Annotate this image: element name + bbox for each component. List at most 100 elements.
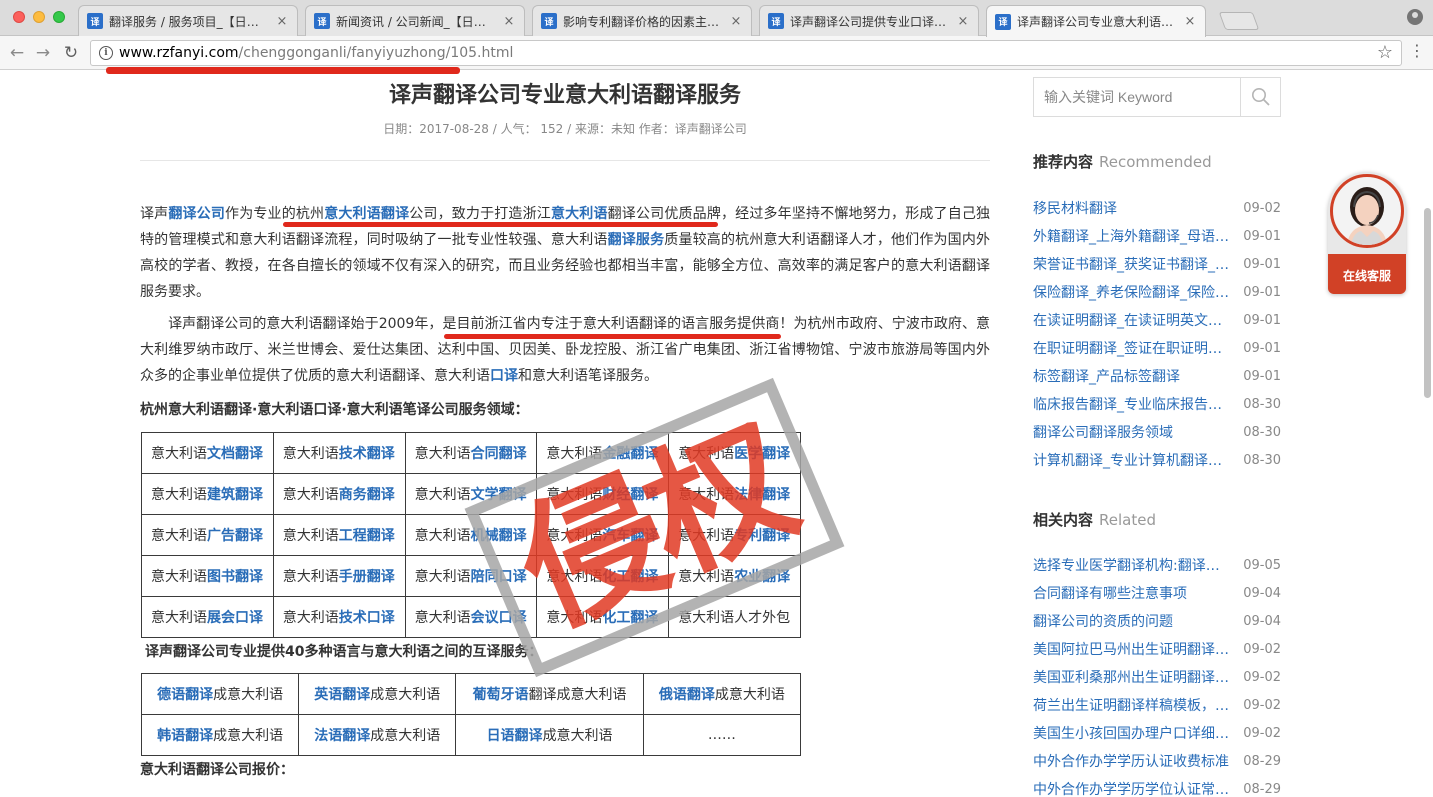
table-cell: …… xyxy=(642,714,802,756)
cell-prefix: 意大利语人才外包 xyxy=(678,610,791,626)
inline-link[interactable]: 意大利语 xyxy=(551,206,608,222)
cell-prefix: 意大利语 xyxy=(414,446,471,462)
inline-link[interactable]: 意大利语翻译 xyxy=(324,206,409,222)
article-link[interactable]: 移民材料翻译 xyxy=(1033,198,1229,218)
article-link[interactable]: 翻译公司的资质的问题 xyxy=(1033,611,1229,631)
article-link[interactable]: 保险翻译_养老保险翻译_保险单翻译 xyxy=(1033,282,1229,302)
site-info-icon[interactable]: i xyxy=(99,46,113,60)
article-link[interactable]: 临床报告翻译_专业临床报告翻译 xyxy=(1033,394,1229,414)
language-heading: 译声翻译公司专业提供40多种语言与意大利语之间的互译服务： xyxy=(145,644,543,660)
tab-close-icon[interactable]: × xyxy=(729,14,743,29)
list-date: 09-01 xyxy=(1243,368,1281,384)
browser-tab-active[interactable]: 译 译声翻译公司专业意大利语翻译 × xyxy=(986,5,1206,37)
new-tab-button[interactable] xyxy=(1218,12,1260,30)
service-link[interactable]: 工程翻译 xyxy=(339,528,395,544)
article-link[interactable]: 美国生小孩回国办理户口详细流程 xyxy=(1033,723,1229,743)
language-link[interactable]: 英语翻译 xyxy=(314,687,370,703)
back-arrow-icon[interactable]: ← xyxy=(6,42,28,64)
annotation-underline xyxy=(106,67,460,74)
recommended-list: 移民材料翻译 09-02 外籍翻译_上海外籍翻译_母语翻译 09-01 荣誉证书翻译_获… xyxy=(1033,194,1281,474)
cell-suffix: 成意大利语 xyxy=(714,687,785,703)
tab-title: 译声翻译公司提供专业口译翻译 xyxy=(790,14,950,29)
language-link[interactable]: 俄语翻译 xyxy=(659,687,715,703)
close-window-button[interactable] xyxy=(13,11,25,23)
profile-icon[interactable] xyxy=(1407,9,1423,25)
article-link[interactable]: 外籍翻译_上海外籍翻译_母语翻译 xyxy=(1033,226,1229,246)
service-link[interactable]: 技术翻译 xyxy=(339,446,395,462)
article-link[interactable]: 在职证明翻译_签证在职证明翻译 xyxy=(1033,338,1229,358)
service-link[interactable]: 图书翻译 xyxy=(207,569,263,585)
language-link[interactable]: 日语翻译 xyxy=(487,728,543,744)
list-date: 08-30 xyxy=(1243,396,1281,412)
language-link[interactable]: 韩语翻译 xyxy=(157,728,213,744)
bookmark-star-icon[interactable]: ☆ xyxy=(1377,42,1393,63)
online-service-widget[interactable]: 在线客服 xyxy=(1328,172,1406,294)
list-item: 荣誉证书翻译_获奖证书翻译_证书翻译 09-01 xyxy=(1033,250,1281,278)
table-row: 韩语翻译成意大利语 法语翻译成意大利语 日语翻译 成意大利语 …… xyxy=(140,714,802,756)
tab-close-icon[interactable]: × xyxy=(1183,14,1197,29)
zoom-window-button[interactable] xyxy=(53,11,65,23)
url-text[interactable]: www.rzfanyi.com/chenggonganli/fanyiyuzho… xyxy=(119,45,513,61)
list-date: 09-04 xyxy=(1243,585,1281,601)
article-link[interactable]: 美国阿拉巴马州出生证明翻译模板 xyxy=(1033,639,1229,659)
search-button[interactable] xyxy=(1240,78,1280,116)
list-date: 09-02 xyxy=(1243,200,1281,216)
list-item: 中外合作办学学历认证收费标准 08-29 xyxy=(1033,747,1281,775)
article-link[interactable]: 标签翻译_产品标签翻译 xyxy=(1033,366,1229,386)
cell-prefix: 意大利语 xyxy=(414,569,471,585)
page-scrollbar[interactable] xyxy=(1424,208,1431,398)
article-link[interactable]: 计算机翻译_专业计算机翻译服务 xyxy=(1033,450,1229,470)
service-link[interactable]: 文档翻译 xyxy=(207,446,263,462)
inline-link[interactable]: 翻译公司 xyxy=(168,206,225,222)
browser-tab[interactable]: 译 影响专利翻译价格的因素主要有 × xyxy=(532,5,752,36)
price-heading: 意大利语翻译公司报价： xyxy=(140,762,294,778)
browser-tab[interactable]: 译 新闻资讯 / 公司新闻_【日照翻译 × xyxy=(305,5,525,36)
tab-close-icon[interactable]: × xyxy=(956,14,970,29)
browser-tab[interactable]: 译 译声翻译公司提供专业口译翻译 × xyxy=(759,5,979,36)
service-link[interactable]: 展会口译 xyxy=(207,610,263,626)
language-link[interactable]: 法语翻译 xyxy=(314,728,370,744)
forward-arrow-icon[interactable]: → xyxy=(32,42,54,64)
table-cell: 韩语翻译成意大利语 xyxy=(140,714,300,756)
inline-link[interactable]: 口译 xyxy=(490,368,518,384)
language-link[interactable]: 葡萄牙语 xyxy=(473,687,529,703)
article-link[interactable]: 荣誉证书翻译_获奖证书翻译_证书翻译 xyxy=(1033,254,1229,274)
article-link[interactable]: 翻译公司翻译服务领域 xyxy=(1033,422,1229,442)
list-item: 翻译公司翻译服务领域 08-30 xyxy=(1033,418,1281,446)
article-link[interactable]: 荷兰出生证明翻译样稿模板，翻译 xyxy=(1033,695,1229,715)
table-cell: 意大利语展会口译 xyxy=(141,596,274,638)
tab-close-icon[interactable]: × xyxy=(275,14,289,29)
service-link[interactable]: 手册翻译 xyxy=(339,569,395,585)
service-link[interactable]: 建筑翻译 xyxy=(207,487,263,503)
recommended-heading: 推荐内容 Recommended xyxy=(1033,151,1212,172)
browser-tab[interactable]: 译 翻译服务 / 服务项目_【日照翻译 × xyxy=(78,5,298,36)
service-link[interactable]: 技术口译 xyxy=(339,610,395,626)
list-item: 合同翻译有哪些注意事项 09-04 xyxy=(1033,579,1281,607)
service-heading: 杭州意大利语翻译·意大利语口译·意大利语笔译公司服务领域： xyxy=(140,402,529,418)
site-favicon-icon: 译 xyxy=(314,13,330,29)
article-link[interactable]: 中外合作办学学历认证收费标准 xyxy=(1033,751,1229,771)
article-link[interactable]: 合同翻译有哪些注意事项 xyxy=(1033,583,1229,603)
service-link[interactable]: 商务翻译 xyxy=(339,487,395,503)
reload-icon[interactable]: ↻ xyxy=(60,42,82,64)
table-cell: 意大利语技术翻译 xyxy=(272,432,406,474)
inline-link[interactable]: 翻译服务 xyxy=(608,232,665,248)
article-link[interactable]: 在读证明翻译_在读证明英文翻译 xyxy=(1033,310,1229,330)
minimize-window-button[interactable] xyxy=(33,11,45,23)
address-bar[interactable]: i www.rzfanyi.com/chenggonganli/fanyiyuz… xyxy=(90,40,1402,66)
tab-close-icon[interactable]: × xyxy=(502,14,516,29)
list-date: 09-05 xyxy=(1243,557,1281,573)
list-item: 翻译公司的资质的问题 09-04 xyxy=(1033,607,1281,635)
browser-menu-icon[interactable]: ⋮ xyxy=(1409,43,1425,59)
list-date: 09-02 xyxy=(1243,725,1281,741)
service-link[interactable]: 广告翻译 xyxy=(207,528,263,544)
article-link[interactable]: 中外合作办学学历学位认证常见问题 xyxy=(1033,779,1229,797)
search-input[interactable] xyxy=(1034,78,1240,116)
table-cell: 法语翻译成意大利语 xyxy=(298,714,457,756)
language-link[interactable]: 德语翻译 xyxy=(157,687,213,703)
article-link[interactable]: 美国亚利桑那州出生证明翻译模板 xyxy=(1033,667,1229,687)
table-cell: 意大利语广告翻译 xyxy=(141,514,274,556)
article-link[interactable]: 选择专业医学翻译机构:翻译质量 xyxy=(1033,555,1229,575)
cell-suffix: 成意大利语 xyxy=(370,728,441,744)
service-link[interactable]: 合同翻译 xyxy=(471,446,527,462)
